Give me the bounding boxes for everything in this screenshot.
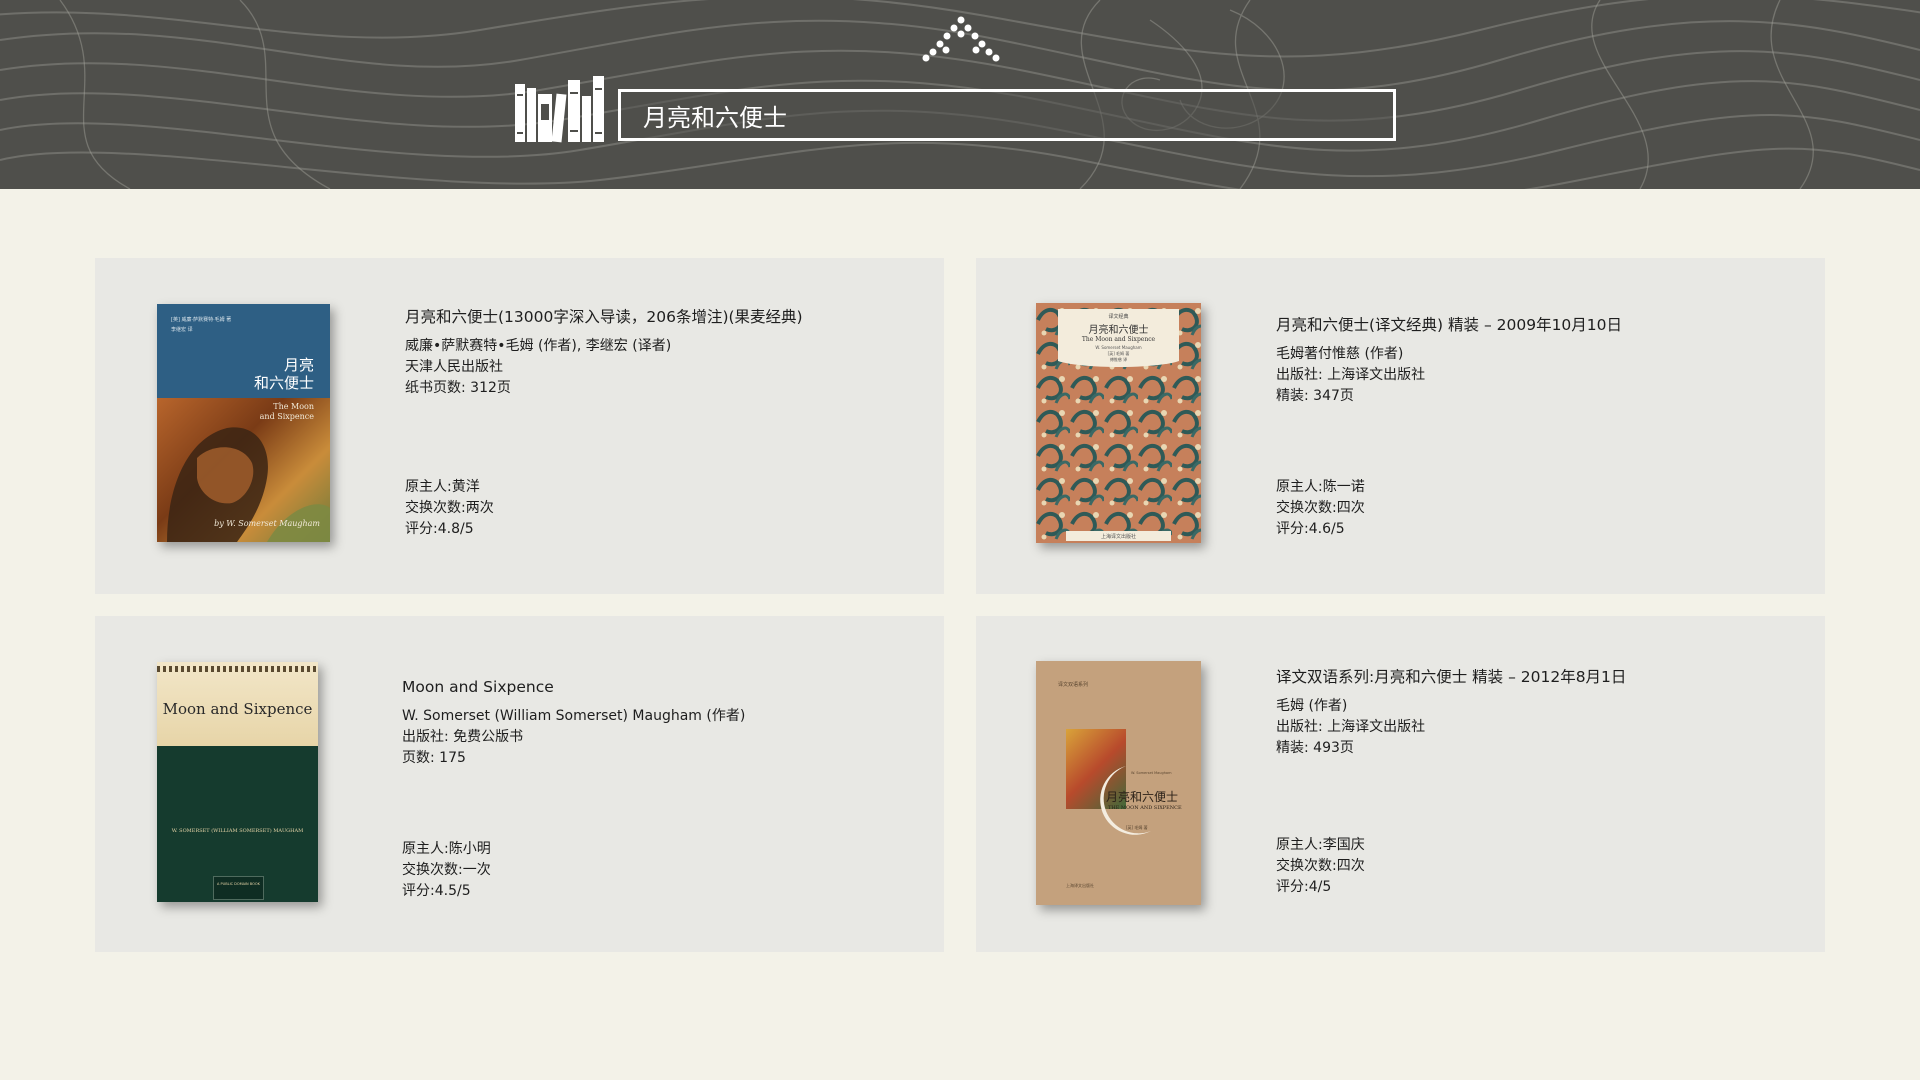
cover-title-cn: 月亮和六便士 <box>1088 325 1149 336</box>
book-pages: 精装: 493页 <box>1276 740 1354 756</box>
book-cover[interactable]: Moon and Sixpence W. SOMERSET (WILLIAM S… <box>157 662 318 902</box>
book-publisher: 天津人民出版社 <box>405 359 503 375</box>
cover-author-cn: [英] 威廉·萨默赛特·毛姆 著 <box>171 317 232 323</box>
book-title[interactable]: 译文双语系列:月亮和六便士 精装 – 2012年8月1日 <box>1276 667 1626 688</box>
cover-series: 译文经典 <box>1108 314 1129 320</box>
exchange-count: 交换次数:四次 <box>1276 858 1365 874</box>
cover-publisher: 上海译文出版社 <box>1100 534 1136 540</box>
cover-translator: 李继宏 译 <box>171 327 193 333</box>
cover-author-en: W. Somerset Maugham <box>1131 771 1172 775</box>
book-owner: 原主人:陈小明 <box>402 841 491 857</box>
book-publisher: 出版社: 上海译文出版社 <box>1276 367 1426 383</box>
book-owner: 原主人:李国庆 <box>1276 837 1365 853</box>
cover-border-pattern <box>157 666 318 672</box>
cover-author-en: by W. Somerset Maugham <box>214 519 320 528</box>
book-card[interactable]: 译文经典 月亮和六便士 The Moon and Sixpence W. Som… <box>976 258 1825 594</box>
book-author: 毛姆著付惟慈 (作者) <box>1276 346 1404 362</box>
book-cover[interactable]: 译文经典 月亮和六便士 The Moon and Sixpence W. Som… <box>1036 303 1201 543</box>
book-info: 译文双语系列:月亮和六便士 精装 – 2012年8月1日 毛姆 (作者) 出版社… <box>1276 667 1626 759</box>
cover-badge: A PUBLIC DOMAIN BOOK <box>213 876 264 900</box>
exchange-count: 交换次数:一次 <box>402 862 491 878</box>
cover-title-cn: 月亮和六便士 <box>1106 790 1179 804</box>
cover-series: 译文双语系列 <box>1058 682 1089 688</box>
cover-author-cn: [英] 毛姆 著 <box>1126 825 1148 830</box>
book-card[interactable]: Moon and Sixpence W. SOMERSET (WILLIAM S… <box>95 616 944 952</box>
book-pages: 精装: 347页 <box>1276 388 1354 404</box>
search-box[interactable] <box>618 89 1396 141</box>
book-owner: 原主人:黄洋 <box>405 479 480 495</box>
search-input[interactable] <box>641 100 1393 130</box>
book-info: 月亮和六便士(译文经典) 精装 – 2009年10月10日 毛姆著付惟慈 (作者… <box>1276 315 1622 407</box>
cover-translator: 傅惟慈 译 <box>1109 357 1128 362</box>
cover-title-en: THE MOON AND SIXPENCE <box>1108 805 1182 811</box>
book-title[interactable]: 月亮和六便士(13000字深入导读，206条增注)(果麦经典) <box>405 307 803 328</box>
book-rating: 评分:4.5/5 <box>402 883 471 899</box>
book-rating: 评分:4.8/5 <box>405 521 474 537</box>
exchange-info: 原主人:黄洋 交换次数:两次 评分:4.8/5 <box>405 477 494 540</box>
books-icon <box>515 76 604 143</box>
book-author: W. Somerset (William Somerset) Maugham (… <box>402 708 746 724</box>
book-pages: 页数: 175 <box>402 750 466 766</box>
book-author: 毛姆 (作者) <box>1276 698 1348 714</box>
logo-icon <box>922 16 1000 62</box>
exchange-count: 交换次数:四次 <box>1276 500 1365 516</box>
book-title[interactable]: Moon and Sixpence <box>402 677 745 698</box>
exchange-count: 交换次数:两次 <box>405 500 494 516</box>
book-rating: 评分:4.6/5 <box>1276 521 1345 537</box>
book-card[interactable]: [英] 威廉·萨默赛特·毛姆 著 李继宏 译 月亮 和六便士 The Moon … <box>95 258 944 594</box>
book-info: 月亮和六便士(13000字深入导读，206条增注)(果麦经典) 威廉•萨默赛特•… <box>405 307 803 399</box>
cover-title-en-1: The Moon <box>273 402 314 411</box>
cover-title-en-2: and Sixpence <box>259 412 314 421</box>
cover-title-en: Moon and Sixpence <box>162 700 313 718</box>
cover-title-cn-2: 和六便士 <box>253 374 314 392</box>
exchange-info: 原主人:李国庆 交换次数:四次 评分:4/5 <box>1276 835 1365 898</box>
book-card[interactable]: 译文双语系列 W. Somerset Maugham 月亮和六便士 THE MO… <box>976 616 1825 952</box>
book-cover[interactable]: 译文双语系列 W. Somerset Maugham 月亮和六便士 THE MO… <box>1036 661 1201 905</box>
book-pages: 纸书页数: 312页 <box>405 380 511 396</box>
book-owner: 原主人:陈一诺 <box>1276 479 1365 495</box>
exchange-info: 原主人:陈小明 交换次数:一次 评分:4.5/5 <box>402 839 491 902</box>
cover-author-en: W. SOMERSET (WILLIAM SOMERSET) MAUGHAM <box>171 828 304 834</box>
book-publisher: 出版社: 免费公版书 <box>402 729 524 745</box>
book-author: 威廉•萨默赛特•毛姆 (作者), 李继宏 (译者) <box>405 338 672 354</box>
cover-author-en: W. Somerset Maugham <box>1095 345 1142 350</box>
book-rating: 评分:4/5 <box>1276 879 1332 895</box>
book-title[interactable]: 月亮和六便士(译文经典) 精装 – 2009年10月10日 <box>1276 315 1622 336</box>
cover-title-en: The Moon and Sixpence <box>1081 336 1156 343</box>
cover-badge-text: A PUBLIC DOMAIN BOOK <box>217 882 260 886</box>
book-info: Moon and Sixpence W. Somerset (William S… <box>402 677 745 769</box>
exchange-info: 原主人:陈一诺 交换次数:四次 评分:4.6/5 <box>1276 477 1365 540</box>
header-banner <box>0 0 1920 189</box>
cover-publisher: 上海译文出版社 <box>1066 883 1094 888</box>
book-publisher: 出版社: 上海译文出版社 <box>1276 719 1426 735</box>
book-cover[interactable]: [英] 威廉·萨默赛特·毛姆 著 李继宏 译 月亮 和六便士 The Moon … <box>157 304 330 542</box>
